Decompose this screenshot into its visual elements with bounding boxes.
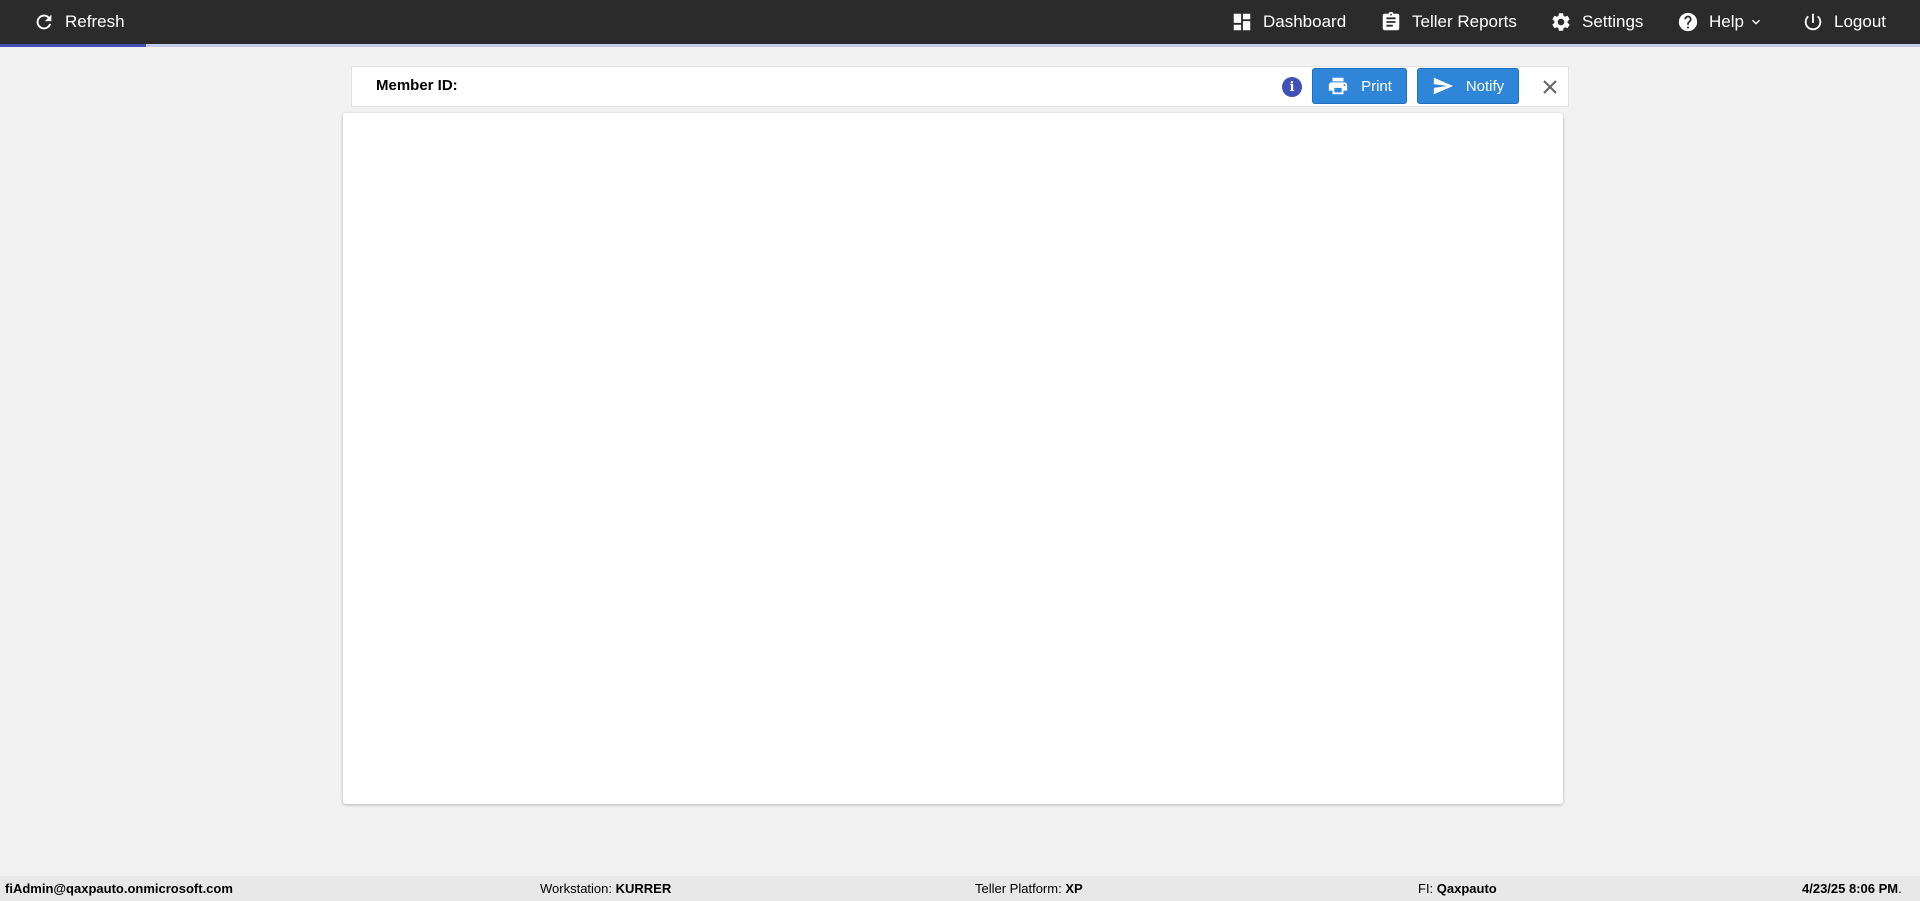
- footer-teller-platform: Teller Platform: XP: [975, 881, 1083, 896]
- nav-dashboard[interactable]: Dashboard: [1231, 0, 1346, 44]
- help-icon: [1678, 12, 1698, 32]
- notify-button[interactable]: Notify: [1417, 68, 1519, 104]
- nav-teller-reports[interactable]: Teller Reports: [1380, 0, 1517, 44]
- loading-progress-fill: [0, 44, 146, 47]
- member-header-card: Member ID: i Print Notify: [351, 66, 1569, 107]
- print-button[interactable]: Print: [1312, 68, 1407, 104]
- dashboard-icon: [1233, 13, 1251, 31]
- nav-settings-label: Settings: [1582, 12, 1644, 31]
- footer-user: fiAdmin@qaxpauto.onmicrosoft.com: [5, 881, 233, 896]
- refresh-icon: [36, 14, 52, 30]
- status-footer: fiAdmin@qaxpauto.onmicrosoft.com Worksta…: [0, 876, 1920, 901]
- refresh-button[interactable]: Refresh: [33, 0, 125, 44]
- footer-workstation: Workstation: KURRER: [540, 881, 672, 896]
- close-button[interactable]: [1540, 77, 1560, 97]
- loading-progress-bar: [0, 44, 1920, 47]
- clipboard-icon: [1382, 11, 1400, 31]
- nav-settings[interactable]: Settings: [1550, 0, 1643, 44]
- power-icon: [1804, 13, 1822, 31]
- chevron-down-icon: [1751, 19, 1760, 25]
- nav-teller-reports-label: Teller Reports: [1412, 12, 1517, 31]
- info-icon[interactable]: i: [1282, 77, 1302, 97]
- nav-help[interactable]: Help: [1677, 0, 1764, 44]
- member-id-label: Member ID:: [376, 77, 458, 94]
- refresh-label: Refresh: [65, 12, 125, 31]
- close-icon: [1543, 80, 1557, 94]
- nav-logout-label: Logout: [1834, 12, 1886, 31]
- print-label: Print: [1361, 77, 1392, 95]
- nav-dashboard-label: Dashboard: [1263, 12, 1347, 31]
- printer-icon: [1328, 77, 1348, 95]
- notify-label: Notify: [1465, 77, 1505, 95]
- info-icon-glyph: i: [1289, 79, 1295, 95]
- gear-icon: [1552, 13, 1570, 31]
- footer-datetime: 4/23/25 8:06 PM.: [1802, 881, 1902, 896]
- content-panel: [343, 113, 1563, 804]
- top-navigation-bar: Refresh Dashboard Teller Reports Setting…: [0, 0, 1920, 44]
- footer-fi: FI: Qaxpauto: [1418, 881, 1497, 896]
- nav-help-label: Help: [1709, 12, 1744, 31]
- nav-logout[interactable]: Logout: [1802, 0, 1886, 44]
- send-icon: [1433, 77, 1453, 95]
